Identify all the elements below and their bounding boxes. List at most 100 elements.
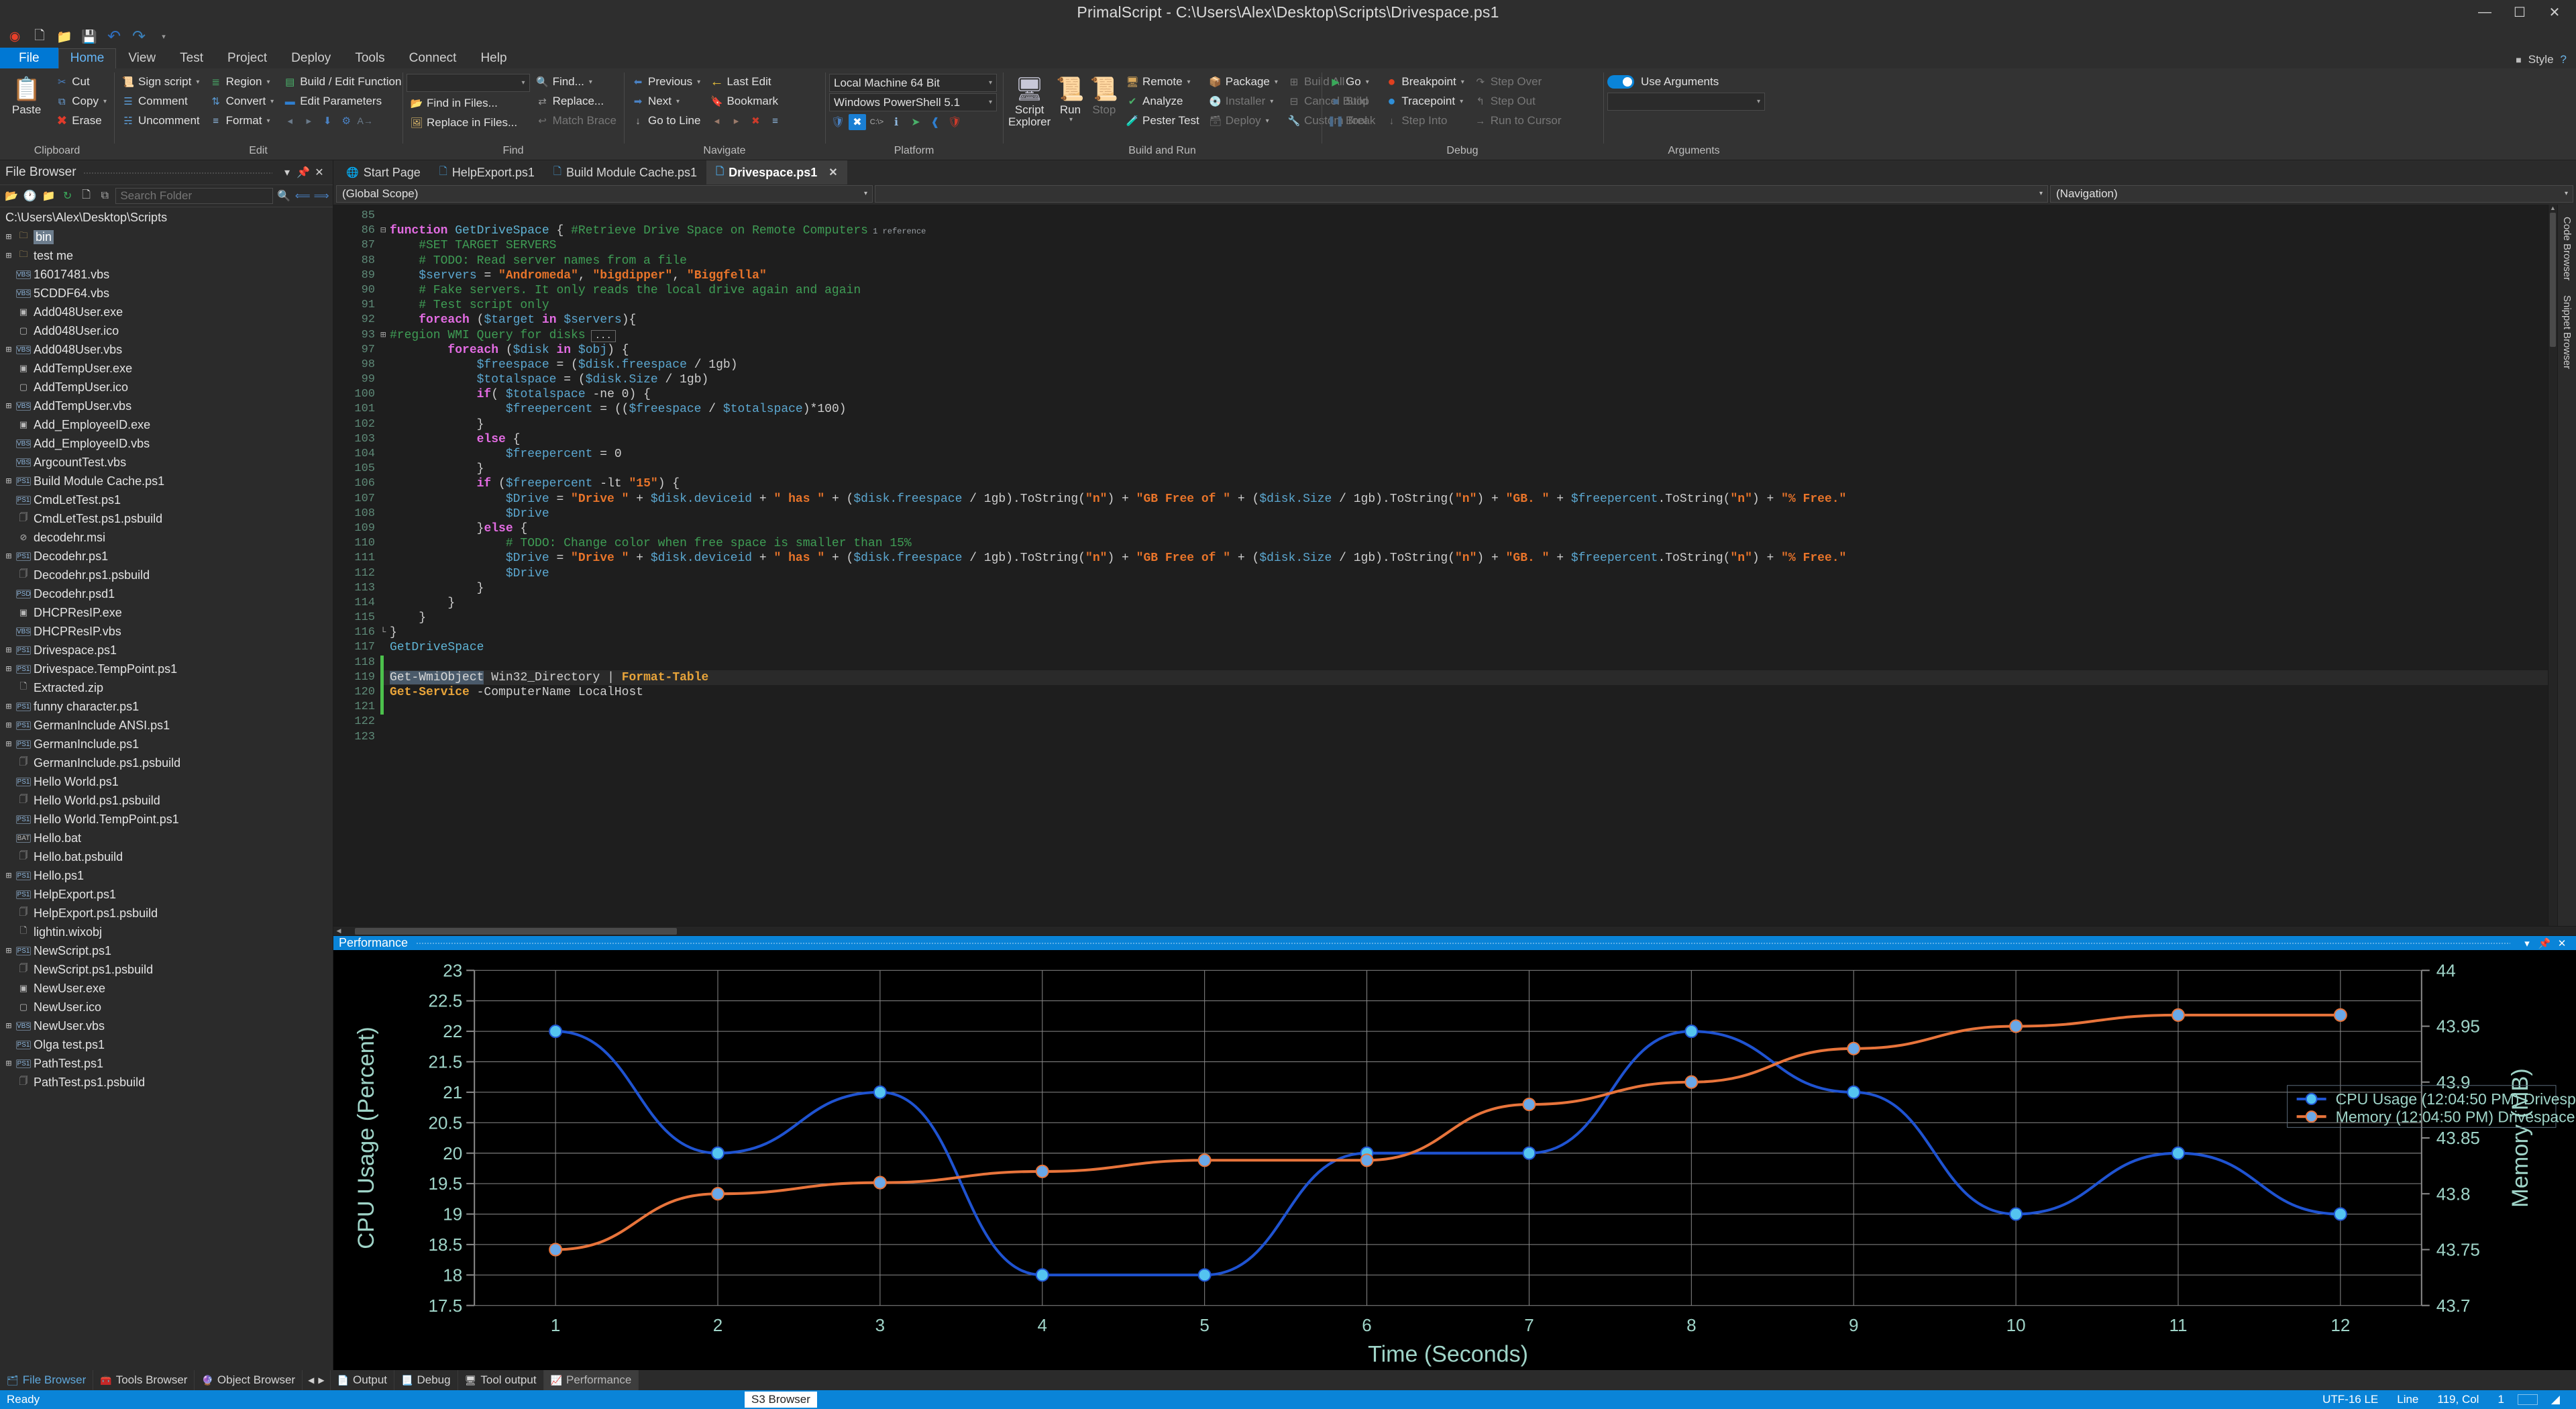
data-point[interactable]	[1684, 1025, 1699, 1039]
file-tree-item[interactable]: PS1 Hello World.ps1	[4, 772, 333, 791]
chevron-down-icon[interactable]: ▾	[1757, 98, 1760, 105]
code-line[interactable]: $Drive	[380, 507, 2548, 521]
scroll-tabs-left-icon[interactable]: ◀	[308, 1375, 314, 1385]
search-input[interactable]	[115, 188, 274, 204]
code-line[interactable]: Get-Service -ComputerName LocalHost	[380, 685, 2548, 700]
code-line[interactable]	[380, 209, 2548, 223]
go-button[interactable]: ▶ Go ▾	[1326, 72, 1379, 91]
data-point[interactable]	[1847, 1042, 1861, 1056]
code-line[interactable]: $totalspace = ($disk.Size / 1gb)	[380, 372, 2548, 387]
file-tree-item[interactable]: ▢ AddTempUser.ico	[4, 378, 333, 397]
file-tree-item[interactable]: ⊞ PS1 GermanInclude ANSI.ps1	[4, 716, 333, 735]
snippet-icon[interactable]: ⚙	[339, 114, 353, 127]
close-icon[interactable]: ✕	[2553, 937, 2571, 949]
panel-menu-icon[interactable]: ▾	[279, 166, 295, 179]
file-tree-item[interactable]: PS1 CmdLetTest.ps1	[4, 490, 333, 509]
sort-icon[interactable]: ⬇	[321, 114, 334, 127]
customize-qat-icon[interactable]: ▾	[154, 28, 173, 46]
chevron-down-icon[interactable]: ▾	[196, 79, 199, 86]
file-tree-item[interactable]: 🗍 Hello World.ps1.psbuild	[4, 791, 333, 810]
data-point[interactable]	[1035, 1268, 1049, 1282]
chevron-down-icon[interactable]: ▾	[1366, 79, 1369, 86]
chevron-down-icon[interactable]: ▾	[676, 98, 680, 105]
chevron-down-icon[interactable]: ▾	[267, 79, 270, 86]
script-explorer-button[interactable]: 🖥 Script Explorer	[1007, 72, 1052, 130]
data-point[interactable]	[1197, 1268, 1212, 1282]
comment-button[interactable]: ☰ Comment	[118, 92, 203, 111]
maximize-button[interactable]: ☐	[2502, 1, 2537, 23]
expand-icon[interactable]: ⊞	[4, 645, 13, 656]
code-line[interactable]: Get-WmiObject Win32_Directory | Format-T…	[380, 670, 2548, 686]
chevron-down-icon[interactable]: ▾	[1187, 79, 1191, 86]
minimize-button[interactable]: —	[2467, 1, 2502, 23]
code-line[interactable]: }	[380, 596, 2548, 611]
powershell-icon[interactable]: ❰	[926, 114, 944, 130]
data-point[interactable]	[2333, 1008, 2347, 1023]
file-tree-item[interactable]: 🗍 NewScript.ps1.psbuild	[4, 960, 333, 979]
package-button[interactable]: 📦 Package ▾	[1205, 72, 1281, 91]
file-tree-item[interactable]: VBS 5CDDF64.vbs	[4, 284, 333, 303]
code-browser-tab[interactable]: Code Browser	[2559, 211, 2575, 286]
sign-script-button[interactable]: 📜 Sign script ▾	[118, 72, 203, 91]
remote-button[interactable]: 🖥 Remote ▾	[1122, 72, 1203, 91]
bottom-panel-tab[interactable]: 📄 Output	[331, 1370, 395, 1390]
data-point[interactable]	[2009, 1019, 2023, 1034]
bookmark-list-icon[interactable]: ≡	[768, 114, 782, 127]
file-tree-item[interactable]: ⊞ PS1 funny character.ps1	[4, 697, 333, 716]
bottom-panel-tab[interactable]: 🔮 Object Browser	[195, 1370, 303, 1390]
close-button[interactable]: ✕	[2537, 1, 2572, 23]
chevron-down-icon[interactable]: ▾	[270, 98, 274, 105]
fold-collapse-icon[interactable]: ⊟	[380, 223, 386, 238]
bottom-panel-tab[interactable]: 🧰 Tools Browser	[93, 1370, 195, 1390]
chevron-down-icon[interactable]: ▾	[589, 79, 592, 86]
data-point[interactable]	[1360, 1153, 1374, 1167]
file-tree-item[interactable]: ▣ NewUser.exe	[4, 979, 333, 998]
redo-icon[interactable]: ↷	[129, 28, 148, 46]
fold-end-icon[interactable]: └	[380, 625, 386, 640]
data-point[interactable]	[873, 1086, 887, 1100]
code-line[interactable]: # TODO: Read server names from a file	[380, 254, 2548, 268]
find-in-files-button[interactable]: 📂 Find in Files...	[407, 94, 530, 113]
close-tab-icon[interactable]: ✕	[828, 166, 837, 179]
ribbon-tab-test[interactable]: Test	[168, 48, 215, 68]
tracepoint-button[interactable]: ● Tracepoint ▾	[1381, 92, 1467, 111]
file-tree-item[interactable]: ▣ AddTempUser.exe	[4, 359, 333, 378]
arguments-combo[interactable]: ▾	[1607, 93, 1765, 111]
find-button[interactable]: 🔍 Find... ▾	[533, 72, 620, 91]
code-line[interactable]	[380, 700, 2548, 715]
indent-left-icon[interactable]: ◂	[283, 114, 297, 127]
paste-button[interactable]: 📋 Paste	[4, 72, 49, 118]
expand-icon[interactable]: ⊞	[4, 664, 13, 675]
document-tab[interactable]: 🗋 Drivespace.ps1 ✕	[706, 160, 847, 185]
find-combo[interactable]: ▾	[407, 74, 530, 92]
code-line[interactable]: GetDriveSpace	[380, 640, 2548, 655]
file-tree-item[interactable]: ⊞ PS1 NewScript.ps1	[4, 941, 333, 960]
import-icon[interactable]: ➤	[907, 114, 924, 130]
erase-button[interactable]: ✖ Erase	[52, 111, 110, 130]
file-tree-item[interactable]: ⊞ 🗀 test me	[4, 246, 333, 265]
bookmark-next-icon[interactable]: ▸	[729, 114, 743, 127]
data-point[interactable]	[549, 1025, 563, 1039]
chevron-down-icon[interactable]: ▾	[864, 190, 867, 197]
code-line[interactable]: $Drive = "Drive " + $disk.deviceid + " h…	[380, 492, 2548, 507]
code-line[interactable]: }else {	[380, 521, 2548, 536]
previous-button[interactable]: ⬅ Previous ▾	[628, 72, 704, 91]
file-tree-item[interactable]: ▢ NewUser.ico	[4, 998, 333, 1016]
file-tree-item[interactable]: 🗍 Hello.bat.psbuild	[4, 847, 333, 866]
file-tree-item[interactable]: PS1 Hello World.TempPoint.ps1	[4, 810, 333, 829]
member-selector[interactable]: ▾	[875, 185, 2048, 203]
bookmark-button[interactable]: 🔖 Bookmark	[706, 92, 785, 111]
code-line[interactable]: $freespace = ($disk.freespace / 1gb)	[380, 358, 2548, 372]
expand-icon[interactable]: ⊞	[4, 701, 13, 713]
s3-browser-chip[interactable]: S3 Browser	[745, 1392, 817, 1408]
expand-icon[interactable]: ⊞	[4, 344, 13, 356]
run-button[interactable]: 📜 Run ▾	[1055, 72, 1085, 125]
scroll-left-icon[interactable]: ◀	[333, 927, 344, 935]
data-point[interactable]	[2009, 1207, 2023, 1222]
new-folder-icon[interactable]: 📁	[41, 188, 57, 204]
data-point[interactable]	[1684, 1076, 1699, 1090]
expand-icon[interactable]: ⊞	[4, 231, 13, 243]
platform-shell-combo[interactable]: Windows PowerShell 5.1 ▾	[829, 93, 997, 111]
code-line[interactable]: if( $totalspace -ne 0) {	[380, 387, 2548, 402]
file-tree-item[interactable]: ⊞ VBS Add048User.vbs	[4, 340, 333, 359]
